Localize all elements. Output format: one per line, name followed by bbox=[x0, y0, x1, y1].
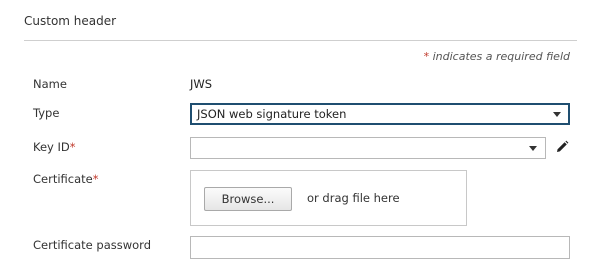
key-id-label: Key ID* bbox=[33, 140, 76, 154]
section-title: Custom header bbox=[24, 14, 117, 28]
pencil-icon[interactable] bbox=[555, 140, 569, 154]
certificate-label: Certificate* bbox=[33, 172, 99, 186]
required-note-text: indicates a required field bbox=[429, 50, 570, 63]
certificate-password-input[interactable] bbox=[190, 236, 570, 259]
required-field-note: * indicates a required field bbox=[424, 50, 570, 63]
type-select-value: JSON web signature token bbox=[197, 107, 347, 121]
name-label: Name bbox=[33, 77, 67, 91]
key-id-select[interactable] bbox=[190, 137, 546, 159]
certificate-password-label: Certificate password bbox=[33, 238, 151, 252]
drag-file-hint: or drag file here bbox=[307, 191, 400, 205]
certificate-drop-zone[interactable]: Browse... or drag file here bbox=[190, 170, 467, 226]
required-star: * bbox=[69, 140, 76, 154]
key-id-label-text: Key ID bbox=[33, 140, 70, 154]
certificate-label-text: Certificate bbox=[33, 172, 93, 186]
name-value: JWS bbox=[190, 77, 213, 91]
required-star: * bbox=[92, 172, 99, 186]
divider bbox=[24, 40, 577, 41]
type-label: Type bbox=[33, 106, 60, 120]
chevron-down-icon bbox=[553, 112, 561, 117]
browse-button[interactable]: Browse... bbox=[204, 187, 292, 211]
chevron-down-icon bbox=[529, 146, 537, 151]
type-select[interactable]: JSON web signature token bbox=[190, 103, 570, 125]
